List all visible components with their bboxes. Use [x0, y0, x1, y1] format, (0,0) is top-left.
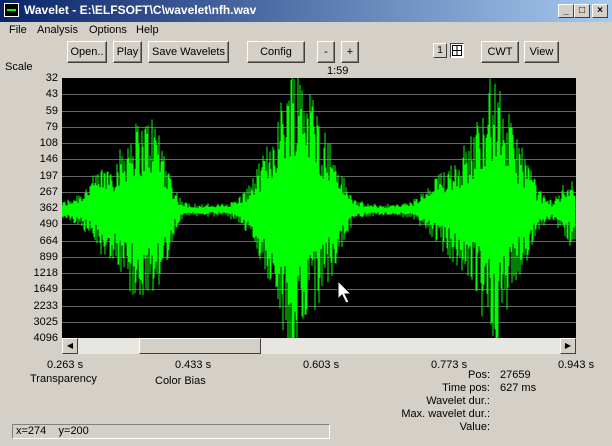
save-wavelets-button[interactable]: Save Wavelets	[148, 41, 229, 63]
y-tick-label: 32	[45, 72, 58, 84]
scroll-right-button[interactable]: ▶	[560, 338, 576, 354]
minimize-button[interactable]: _	[558, 4, 574, 18]
y-tick-label: 3025	[33, 315, 58, 328]
y-tick-label: 79	[45, 120, 58, 133]
status-bar: x=274 y=200	[12, 424, 330, 439]
view-button[interactable]: View	[524, 41, 559, 63]
status-x: x=274	[16, 425, 47, 437]
cwt-button[interactable]: CWT	[481, 41, 519, 63]
menu-file[interactable]: File	[9, 24, 27, 36]
y-tick-label: 2233	[33, 299, 58, 312]
status-y: y=200	[58, 425, 89, 437]
play-button[interactable]: Play	[113, 41, 142, 63]
transparency-label[interactable]: Transparency	[30, 373, 97, 385]
waveform-trace	[62, 78, 576, 338]
close-button[interactable]: ×	[592, 4, 608, 18]
x-tick-label: 0.433 s	[175, 359, 212, 371]
pos-label: Pos:	[467, 369, 490, 381]
config-button[interactable]: Config	[247, 41, 305, 63]
view-1-toggle[interactable]: 1	[433, 43, 447, 58]
y-tick-label: 1649	[33, 283, 58, 296]
waveform-plot[interactable]	[62, 78, 576, 338]
scroll-left-button[interactable]: ◀	[62, 338, 78, 354]
horizontal-scrollbar[interactable]: ◀ ▶	[62, 338, 576, 354]
menu-options[interactable]: Options	[89, 24, 127, 36]
time-pos-label: Time pos:	[442, 382, 490, 394]
y-tick-label: 146	[39, 153, 58, 166]
y-tick-label: 43	[45, 88, 58, 101]
y-tick-label: 267	[39, 185, 58, 198]
grid-icon	[452, 45, 462, 56]
zoom-out-button[interactable]: -	[317, 41, 335, 63]
value-label: Value:	[459, 421, 490, 433]
mouse-cursor-icon	[337, 279, 353, 304]
y-tick-label: 362	[39, 202, 58, 214]
y-tick-label: 490	[39, 218, 58, 231]
pos-value: 27659	[500, 369, 531, 381]
max-wavelet-dur-label: Max. wavelet dur.:	[401, 408, 490, 420]
color-bias-label[interactable]: Color Bias	[155, 375, 206, 387]
y-tick-label: 899	[39, 250, 58, 263]
menu-help[interactable]: Help	[136, 24, 159, 36]
time-readout: 1:59	[327, 65, 349, 77]
y-tick-label: 59	[45, 104, 58, 117]
time-pos-value: 627 ms	[500, 382, 537, 394]
zoom-in-button[interactable]: +	[341, 41, 359, 63]
app-icon	[4, 3, 19, 17]
wavelet-dur-label: Wavelet dur.:	[426, 395, 490, 407]
y-tick-label: 197	[39, 169, 58, 182]
y-tick-label: 1218	[33, 267, 58, 279]
x-tick-label: 0.263 s	[47, 359, 84, 371]
scroll-thumb[interactable]	[139, 338, 262, 354]
y-tick-label: 4096	[33, 332, 58, 344]
window-title: Wavelet - E:\ELFSOFT\C\wavelet\nfh.wav	[24, 3, 257, 17]
maximize-button[interactable]: □	[574, 4, 590, 18]
view-grid-toggle[interactable]	[450, 43, 464, 58]
open-button[interactable]: Open..	[67, 41, 107, 63]
y-tick-label: 108	[39, 137, 58, 149]
y-tick-label: 664	[39, 234, 58, 247]
x-tick-label: 0.603 s	[303, 359, 340, 371]
x-tick-label: 0.943 s	[558, 359, 595, 371]
waveform-svg	[62, 78, 576, 338]
menu-analysis[interactable]: Analysis	[37, 24, 78, 36]
